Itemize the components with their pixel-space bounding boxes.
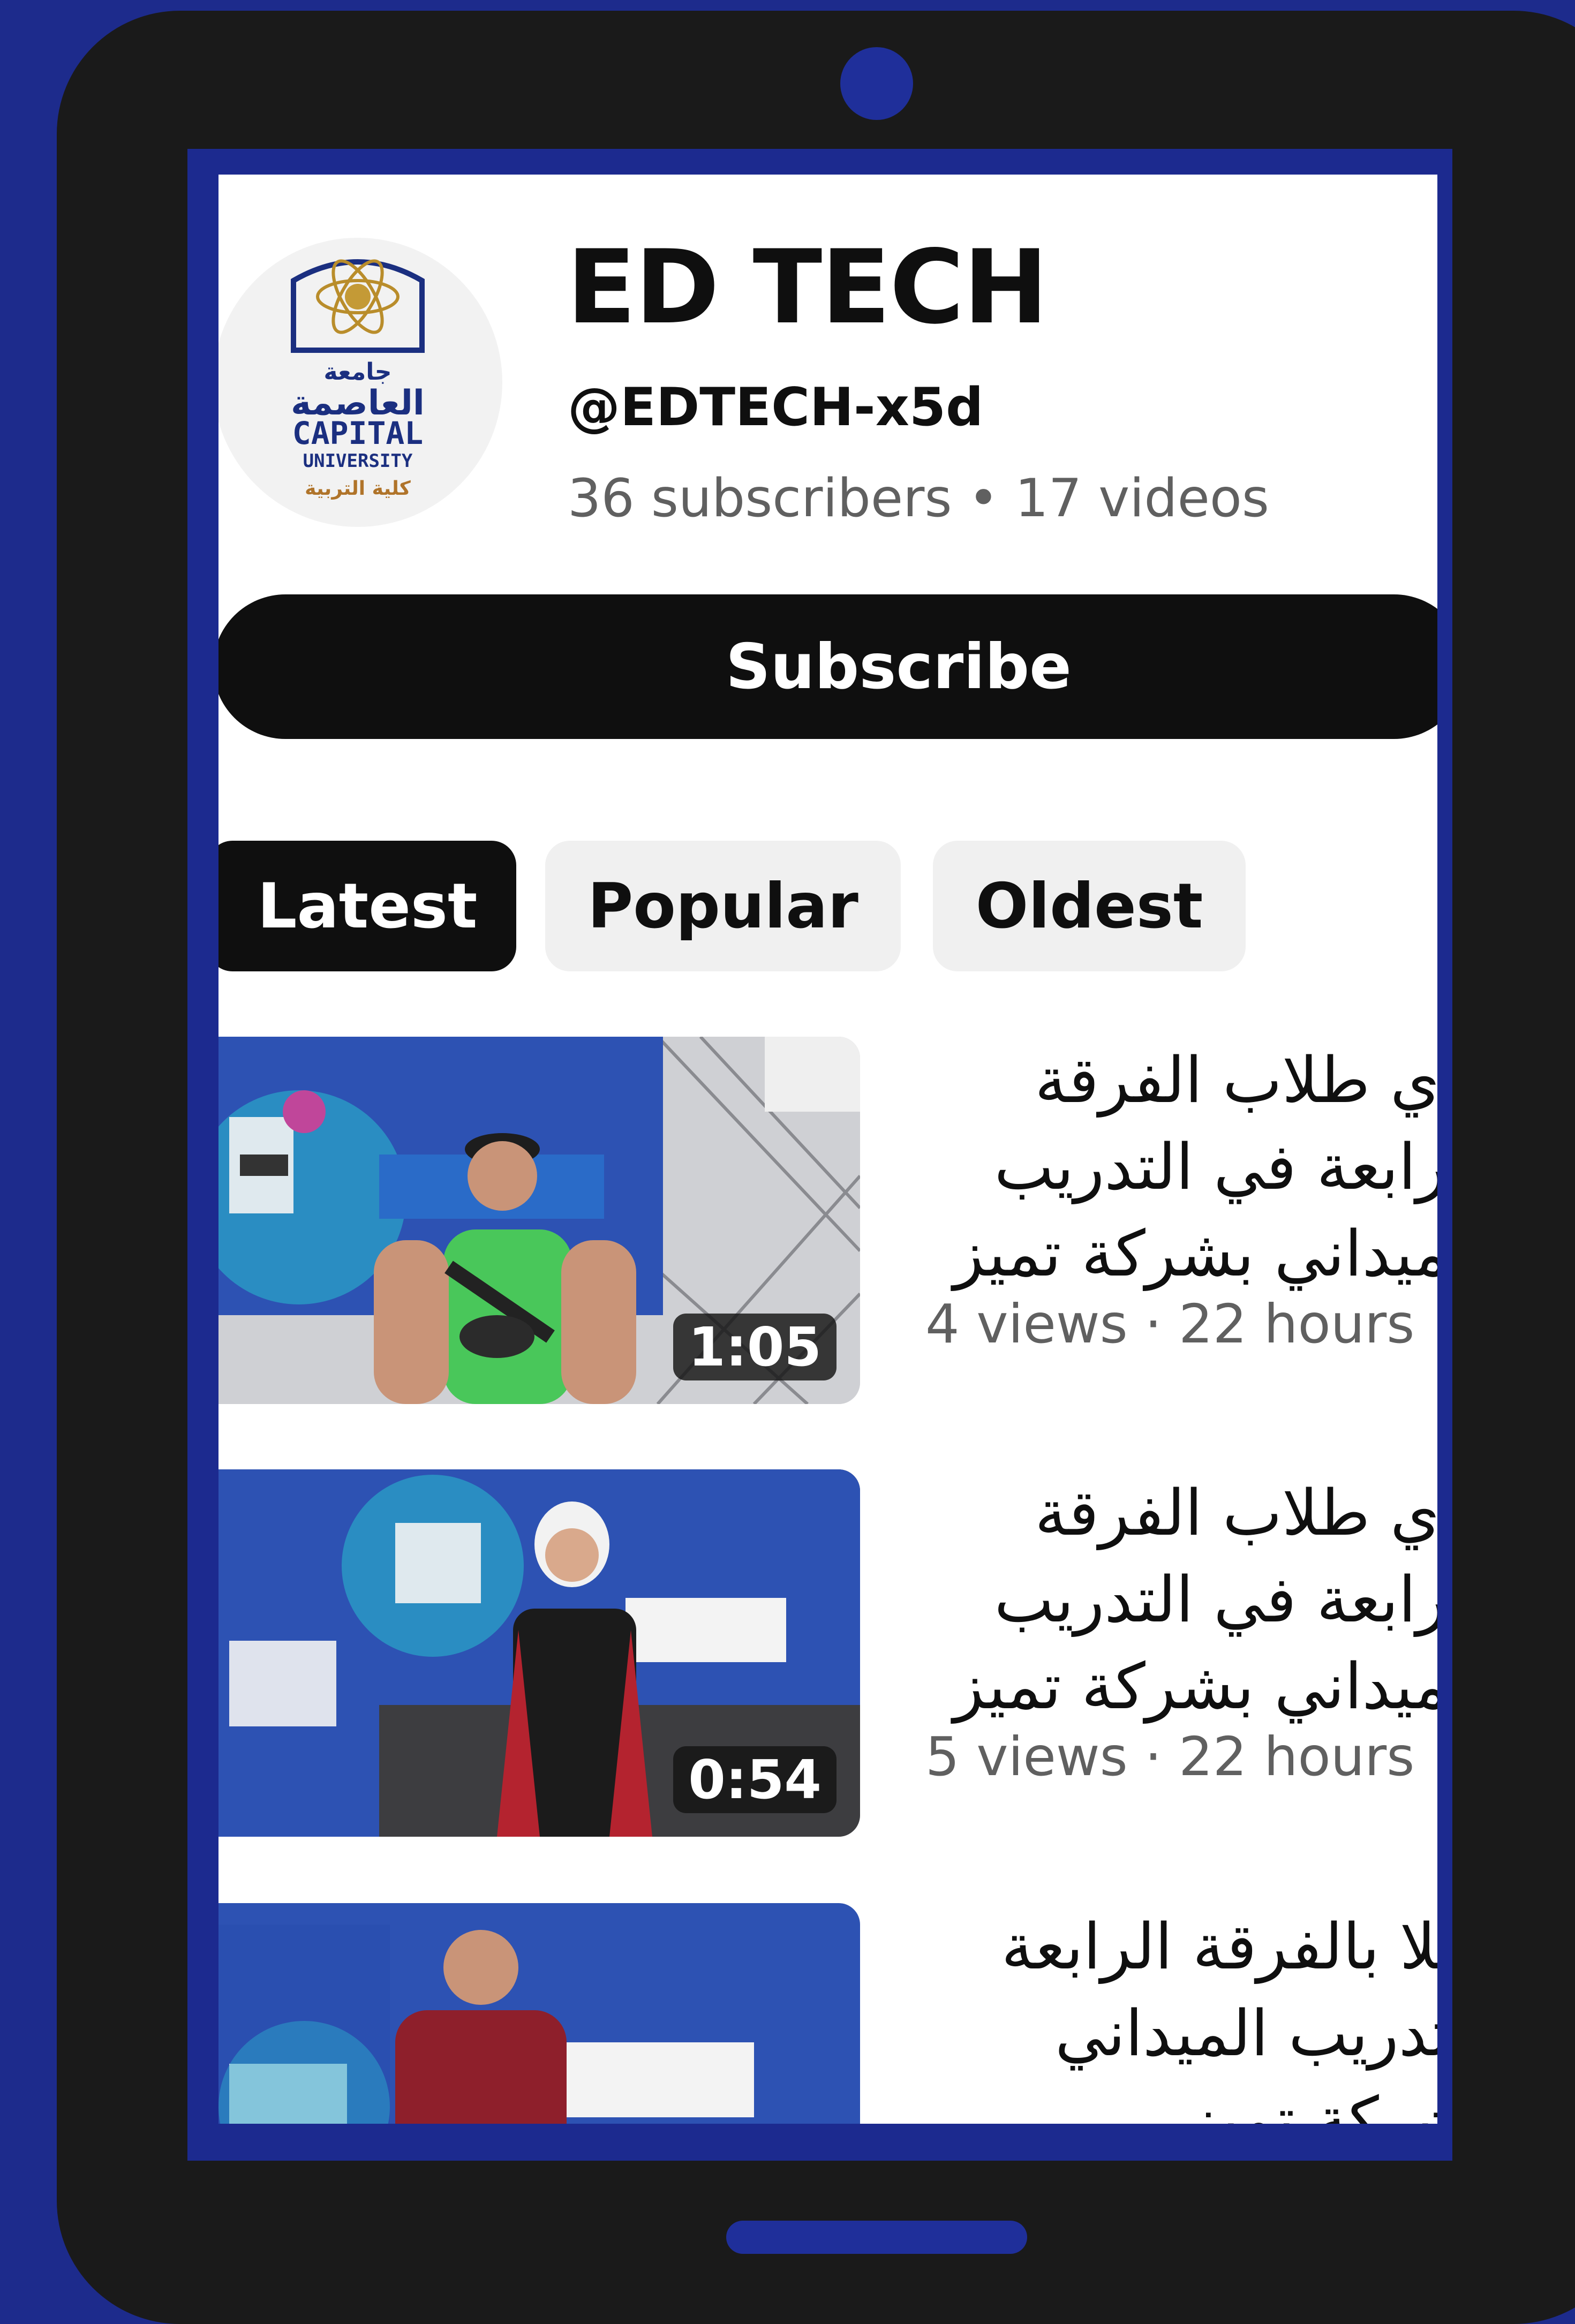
logo-text-faculty: كلية التربية — [305, 478, 411, 500]
video-title[interactable]: طلا بالفرقة الرابعة التدريب الميداني بشر… — [925, 1903, 1437, 2124]
home-bar — [726, 2221, 1027, 2254]
tab-oldest[interactable]: Oldest — [933, 841, 1246, 971]
subscriber-count: 36 subscribers — [568, 468, 952, 529]
stats-separator: • — [968, 468, 999, 529]
video-item[interactable]: 0:54 رأي طلاب الفرقة الرابعة في التدريب … — [218, 1469, 1437, 1844]
channel-stats: 36 subscribers • 17 videos — [568, 468, 1269, 529]
video-count: 17 videos — [1015, 468, 1269, 529]
tab-latest[interactable]: Latest — [218, 841, 516, 971]
logo-text-capital: CAPITAL — [292, 415, 423, 451]
video-duration: 1:05 — [673, 1314, 837, 1380]
logo-text-arabic-1: جامعة — [324, 358, 392, 386]
youtube-channel-screen: جامعة العاصمة CAPITAL UNIVERSITY كلية ال… — [218, 175, 1437, 2124]
video-title[interactable]: رأي طلاب الفرقة الرابعة في التدريب الميد… — [925, 1469, 1437, 1732]
video-meta: 5 views · 22 hours — [925, 1725, 1415, 1788]
video-meta: 4 views · 22 hours — [925, 1293, 1415, 1355]
video-thumbnail[interactable]: 0:54 — [218, 1469, 860, 1837]
video-item[interactable]: 1:05 رأي طلاب الفرقة الرابعة في التدريب … — [218, 1037, 1437, 1412]
camera-dot — [840, 47, 913, 120]
video-title[interactable]: رأي طلاب الفرقة الرابعة في التدريب الميد… — [925, 1037, 1437, 1299]
channel-name: ED TECH — [567, 228, 1048, 346]
channel-handle: @EDTECH-x5d — [568, 377, 984, 438]
video-duration: 0:54 — [673, 1746, 837, 1813]
video-item[interactable]: طلا بالفرقة الرابعة التدريب الميداني بشر… — [218, 1903, 1437, 2124]
university-logo: جامعة العاصمة CAPITAL UNIVERSITY كلية ال… — [291, 259, 425, 500]
video-thumbnail[interactable]: 1:05 — [218, 1037, 860, 1404]
subscribe-button[interactable]: Subscribe — [218, 594, 1437, 739]
channel-avatar[interactable]: جامعة العاصمة CAPITAL UNIVERSITY كلية ال… — [218, 238, 502, 527]
logo-text-university: UNIVERSITY — [303, 450, 413, 472]
tab-popular[interactable]: Popular — [545, 841, 901, 971]
thumbnail-image — [218, 1903, 860, 2124]
video-thumbnail[interactable] — [218, 1903, 860, 2124]
